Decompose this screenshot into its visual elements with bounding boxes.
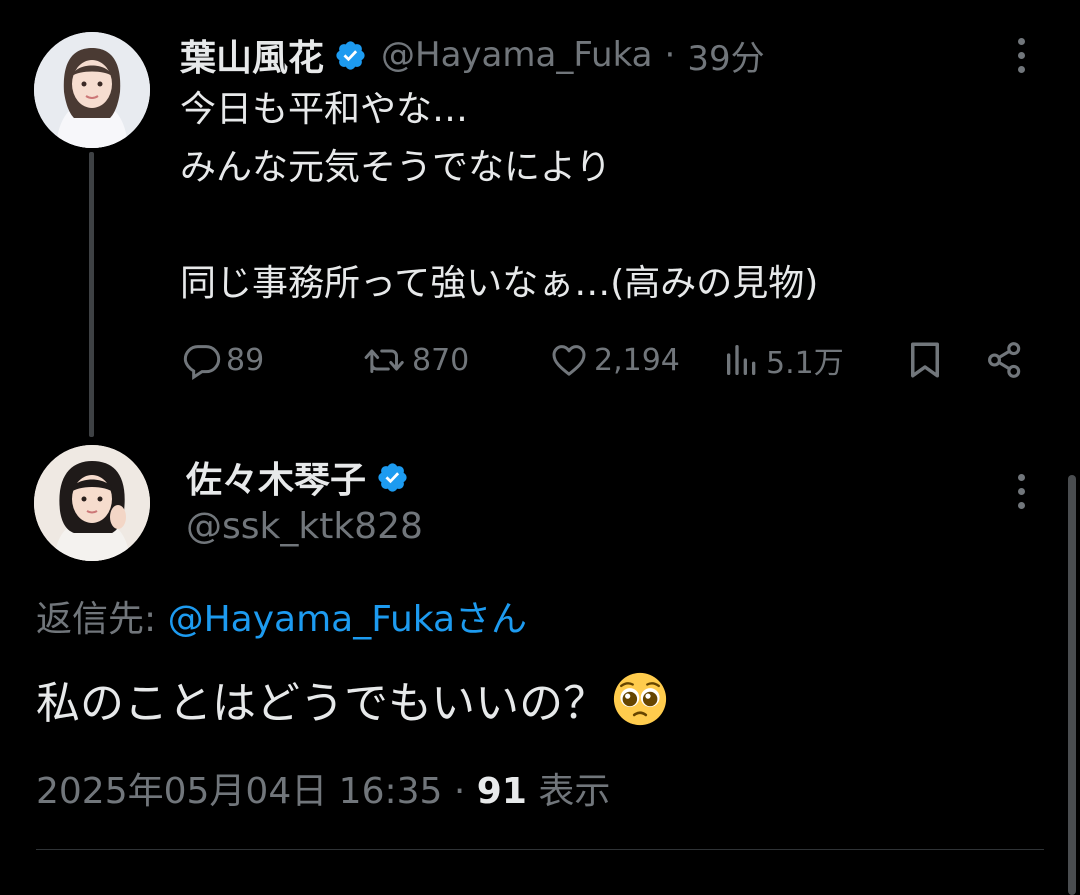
reply-author-handle[interactable]: @ssk_ktk828 — [186, 506, 423, 547]
parent-tweet-header: 葉山風花 @Hayama_Fuka · 39分 — [180, 30, 765, 80]
avatar-image — [34, 445, 150, 561]
retweet-icon — [364, 349, 404, 373]
scrollbar[interactable] — [1068, 475, 1076, 895]
tweet-timestamp[interactable]: 2025年05月04日 16:35 — [36, 771, 442, 812]
views-count: 5.1万 — [766, 346, 844, 381]
verified-badge-icon[interactable] — [334, 39, 367, 72]
like-icon — [552, 345, 586, 376]
reply-tweet-text: 私のことはどうでもいいの？ — [36, 678, 608, 729]
reply-button[interactable]: 89 — [182, 336, 264, 384]
tweet-text-line-1: 今日も平和やな… — [180, 89, 469, 130]
divider — [36, 849, 1044, 850]
tweet-meta: 2025年05月04日 16:35 · 91 表示 — [36, 762, 610, 814]
reply-views-count: 91 — [476, 771, 527, 812]
reply-to-prefix: 返信先: — [36, 599, 157, 640]
share-icon — [988, 342, 1021, 378]
bookmark-icon — [911, 342, 939, 378]
views-button[interactable]: 5.1万 — [722, 336, 844, 384]
tweet-time[interactable]: 39分 — [687, 31, 764, 80]
reply-count: 89 — [226, 342, 265, 378]
like-button[interactable]: 2,194 — [548, 336, 680, 384]
reply-to-mention[interactable]: @Hayama_Fukaさん — [168, 599, 527, 640]
tweet-text-line-2: みんな元気そうでなにより — [180, 147, 612, 188]
meta-separator: · — [453, 771, 466, 812]
like-count: 2,194 — [594, 342, 680, 378]
reply-author-name[interactable]: 佐々木琴子 — [186, 451, 366, 503]
author-name[interactable]: 葉山風花 — [180, 29, 324, 81]
views-icon — [727, 345, 756, 375]
avatar-sasaki-kotoko[interactable] — [34, 445, 150, 561]
author-handle[interactable]: @Hayama_Fuka — [381, 35, 653, 75]
retweet-button[interactable]: 870 — [362, 336, 469, 384]
thread-connector-line — [89, 152, 94, 437]
avatar-hayama-fuka[interactable] — [34, 32, 150, 148]
more-icon[interactable] — [1002, 36, 1042, 76]
verified-badge-icon[interactable] — [376, 461, 409, 494]
reply-icon — [183, 345, 221, 380]
tweet-text-line-3: 同じ事務所って強いなぁ…(高みの見物) — [180, 263, 819, 304]
replying-to: 返信先: @Hayama_Fukaさん — [36, 590, 527, 642]
separator-dot: · — [664, 35, 676, 75]
more-icon[interactable] — [1002, 472, 1042, 512]
pleading-face-emoji-icon — [614, 672, 667, 726]
reply-tweet-header: 佐々木琴子 — [186, 452, 409, 502]
bookmark-button[interactable] — [904, 336, 946, 384]
avatar-image — [34, 32, 150, 148]
reply-views-label: 表示 — [538, 771, 611, 812]
reply-tweet-text-row: 私のことはどうでもいいの？ — [36, 670, 669, 736]
share-button[interactable] — [984, 336, 1026, 384]
retweet-count: 870 — [412, 342, 470, 378]
